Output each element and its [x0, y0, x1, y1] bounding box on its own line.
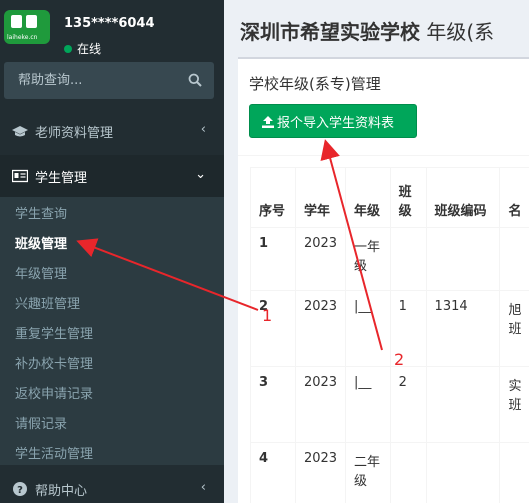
submenu-item-class-management[interactable]: 班级管理 — [15, 233, 67, 252]
chevron-left-icon: ‹ — [200, 480, 206, 495]
user-name: 135****6044 — [64, 16, 155, 31]
submenu-item-duplicate-students[interactable]: 重复学生管理 — [15, 323, 93, 342]
submenu-item-interest-class[interactable]: 兴趣班管理 — [15, 293, 80, 312]
cell-name — [499, 227, 529, 291]
cell-class-code — [425, 442, 501, 503]
sidebar: laiheke.cn 135****6044 在线 老师资料管理 ‹ — [0, 0, 224, 503]
cell-class-code: 1314 — [425, 290, 501, 367]
search-icon[interactable] — [188, 73, 202, 87]
submenu-item-card-reissue[interactable]: 补办校卡管理 — [15, 353, 93, 372]
cell-class — [389, 442, 427, 503]
cell-grade: |__ — [345, 366, 391, 443]
submenu-item-student-activities[interactable]: 学生活动管理 — [15, 443, 93, 462]
sidebar-item-label: 学生管理 — [35, 171, 88, 186]
online-dot-icon — [64, 45, 72, 53]
table-header-row: 序号 学年 年级 班级 班级编码 名 — [250, 167, 529, 228]
sidebar-search — [4, 62, 214, 99]
sidebar-item-label: 帮助中心 — [35, 484, 88, 499]
cell-index: 2 — [250, 290, 296, 367]
student-submenu: 学生查询 班级管理 年级管理 兴趣班管理 重复学生管理 补办校卡管理 返校申请记… — [0, 197, 224, 465]
sidebar-item-student[interactable]: 学生管理 ⌄ — [0, 155, 224, 197]
col-header-class: 班级 — [389, 167, 427, 228]
sidebar-item-help[interactable]: ? 帮助中心 ‹ — [0, 468, 224, 503]
submenu-item-return-requests[interactable]: 返校申请记录 — [15, 383, 93, 402]
svg-text:?: ? — [17, 485, 23, 496]
cell-class — [389, 227, 427, 291]
col-header-class-code: 班级编码 — [425, 167, 501, 228]
help-circle-icon: ? — [13, 482, 27, 496]
cell-name: 实班 — [499, 366, 529, 443]
cell-name — [499, 442, 529, 503]
cell-index: 3 — [250, 366, 296, 443]
col-header-grade: 年级 — [345, 167, 391, 228]
grade-table: 序号 学年 年级 班级 班级编码 名 1 2023 一年级 2 2023 |__… — [250, 167, 529, 503]
import-button-label: 报个导入学生资料表 — [277, 115, 395, 131]
upload-icon — [262, 115, 274, 128]
id-card-icon — [12, 169, 28, 183]
app-logo: laiheke.cn — [4, 10, 50, 44]
box-title: 学校年级(系专)管理 — [249, 75, 381, 93]
cell-grade: |__ — [345, 290, 391, 367]
sidebar-item-teacher[interactable]: 老师资料管理 ‹ — [0, 110, 224, 152]
content-box: 学校年级(系专)管理 报个导入学生资料表 序号 学年 年级 班级 班级编码 名 — [238, 57, 529, 503]
page-title-suffix: 年级(系 — [426, 20, 495, 44]
cell-index: 1 — [250, 227, 296, 291]
app-root: laiheke.cn 135****6044 在线 老师资料管理 ‹ — [0, 0, 529, 503]
cell-grade: 二年级 — [345, 442, 391, 503]
cell-class-code — [425, 366, 501, 443]
graduation-cap-icon — [12, 126, 28, 137]
school-name: 深圳市希望实验学校 — [240, 20, 420, 44]
page-title: 深圳市希望实验学校 年级(系 — [240, 16, 494, 45]
table-row[interactable]: 3 2023 |__ 2 实班 — [250, 366, 529, 443]
annotation-label-1: 1 — [262, 306, 273, 325]
submenu-item-student-query[interactable]: 学生查询 — [15, 203, 67, 222]
cell-name: 旭班 — [499, 290, 529, 367]
col-header-name: 名 — [499, 167, 529, 228]
table-row[interactable]: 1 2023 一年级 — [250, 227, 529, 291]
table-row[interactable]: 2 2023 |__ 1 1314 旭班 — [250, 290, 529, 367]
search-input[interactable] — [4, 62, 174, 99]
cell-year: 2023 — [294, 366, 347, 443]
annotation-label-2: 2 — [394, 350, 405, 369]
cell-year: 2023 — [294, 227, 347, 291]
user-panel: laiheke.cn 135****6044 在线 — [0, 0, 224, 57]
box-divider — [238, 155, 529, 156]
chevron-down-icon: ⌄ — [195, 167, 206, 182]
online-status: 在线 — [64, 40, 101, 57]
logo-text: laiheke.cn — [7, 34, 38, 41]
import-students-button[interactable]: 报个导入学生资料表 — [249, 104, 417, 138]
cell-class: 2 — [389, 366, 427, 443]
sidebar-item-label: 老师资料管理 — [35, 126, 114, 141]
chevron-left-icon: ‹ — [200, 122, 206, 137]
cell-year: 2023 — [294, 290, 347, 367]
cell-index: 4 — [250, 442, 296, 503]
cell-class-code — [425, 227, 501, 291]
cell-grade: 一年级 — [345, 227, 391, 291]
table-row[interactable]: 4 2023 二年级 — [250, 442, 529, 503]
submenu-item-grade-management[interactable]: 年级管理 — [15, 263, 67, 282]
submenu-item-leave-records[interactable]: 请假记录 — [15, 413, 67, 432]
cell-year: 2023 — [294, 442, 347, 503]
col-header-index: 序号 — [250, 167, 296, 228]
status-label: 在线 — [77, 42, 102, 56]
main-content: 深圳市希望实验学校 年级(系 学校年级(系专)管理 报个导入学生资料表 序号 学… — [224, 0, 529, 503]
col-header-year: 学年 — [294, 167, 347, 228]
